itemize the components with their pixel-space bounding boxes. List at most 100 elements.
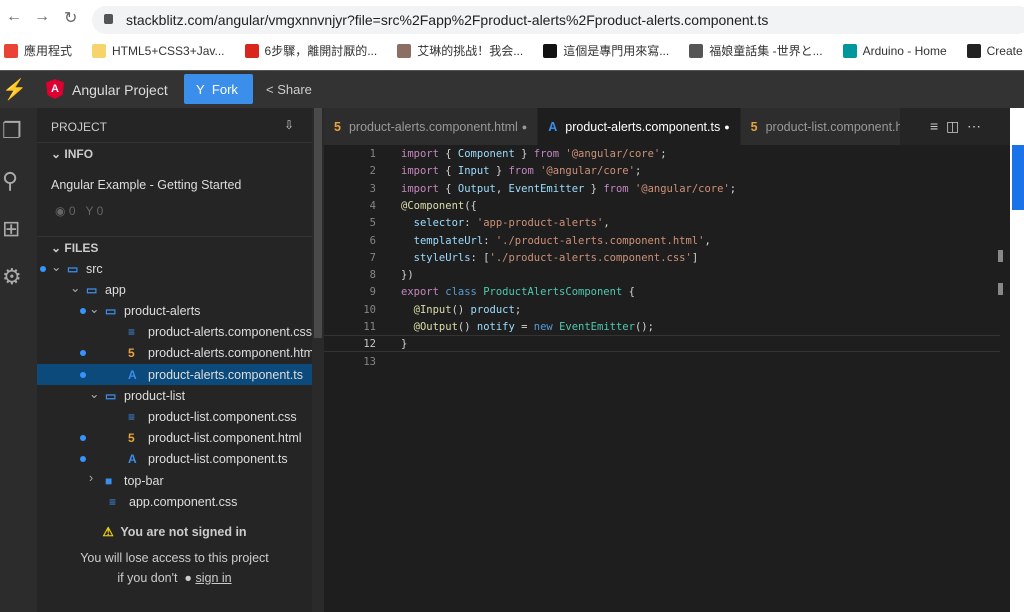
info-section-header[interactable]: ⌄ INFO [37,142,312,164]
code-token: selector [401,217,465,230]
file-tree-item[interactable]: Aproduct-list.component.ts [37,449,312,470]
more-icon[interactable]: ⋯ [967,118,981,134]
file-tree-item[interactable]: Aproduct-alerts.component.ts [37,364,312,385]
file-tree-item[interactable]: ≡ product-alerts.component.css [37,322,312,343]
code-editor[interactable]: 1 import { Component } from '@angular/cor… [324,145,1010,612]
code-token: ] [691,251,699,264]
chevron-icon[interactable]: ⌄ [51,259,61,274]
sidebar-scrollbar[interactable] [312,108,324,612]
fork-label: Fork [211,82,238,97]
code-line: 9 export class ProductAlertsComponent { [324,284,1010,301]
folder-icon: ▭ [105,388,117,403]
code-token: new [533,321,553,333]
lock-icon [104,14,113,24]
bookmark-3[interactable]: 艾琳的挑战！我会... [397,42,523,59]
bookmark-4[interactable]: 這個是專門用來寫... [543,42,669,59]
code-text: import { Input } from '@angular/core'; [401,163,641,180]
reload-icon[interactable]: ↻ [64,8,77,32]
bookmark-2[interactable]: 6步驟，離開討厭的... [244,42,377,59]
file-tree-item[interactable]: ⌄ ▭ product-alerts [37,300,312,321]
chevron-icon[interactable]: ⌄ [89,386,99,401]
code-token: 'app-product-alerts' [476,217,604,230]
bookmark-icon [92,43,107,58]
files-icon[interactable]: ❐ [2,118,22,144]
settings-icon[interactable]: ⚙ [2,264,22,290]
bookmark-6[interactable]: Arduino - Home [842,42,947,59]
share-button[interactable]: < Share [266,82,312,97]
tab-0[interactable]: 5 product-alerts.component.html ● [324,108,539,145]
fork-button[interactable]: Y Fork [184,74,253,104]
code-text: import { Component } from '@angular/core… [401,146,667,163]
code-token: product [470,303,515,316]
code-token: ProductAlertsComponent [483,286,623,299]
bookmark-icon [244,43,259,58]
code-token: from [533,148,560,160]
bookmark-0[interactable]: 應用程式 [4,42,72,59]
file-tree-item[interactable]: ≡ product-list.component.css [37,406,312,427]
file-tree-item[interactable]: 5 product-list.component.html [37,428,312,449]
code-token: () [457,321,477,333]
code-token: } [401,338,408,351]
bookmark-7[interactable]: Create a [966,42,1024,59]
code-token: ; [514,303,522,316]
code-text: selector: 'app-product-alerts', [401,215,610,232]
search-icon[interactable]: ⚲ [2,168,18,194]
file-name: app [105,282,126,297]
chevron-icon[interactable]: ⌄ [89,301,99,316]
folder-icon: ■ [105,473,113,488]
code-line: 1 import { Component } from '@angular/cor… [324,146,1010,163]
bookmark-icon [966,43,981,58]
tab-2[interactable]: 5 product-list.component.ht [740,108,901,145]
file-tree-item[interactable]: ⌄ ▭ src [37,258,312,279]
file-tree-item[interactable]: ⌄ ▭ app [37,279,312,300]
split-editor-icon[interactable]: ◫ [946,118,959,134]
bookmark-icon [842,43,857,58]
chevron-icon[interactable]: › [89,471,93,485]
files-section-header[interactable]: ⌄ FILES [37,236,312,258]
file-name: product-alerts.component.html [148,346,317,361]
tab-actions: ≡ ◫ ⋯ [930,118,981,135]
file-name: top-bar [124,473,164,488]
code-text: styleUrls: ['./product-alerts.component.… [401,250,699,267]
files-label: FILES [64,241,99,255]
unsaved-dot-icon[interactable]: ● [522,122,527,132]
line-number: 12 [363,338,376,351]
bookmark-5[interactable]: 福娘童話集 -世界と... [689,42,823,59]
code-token: '@angular/core' [634,182,730,195]
code-token: '@angular/core' [565,148,661,160]
file-tree-item[interactable]: › ■ top-bar [37,470,312,491]
info-label: INFO [64,147,94,161]
sign-in-link[interactable]: sign in [195,571,231,585]
download-icon[interactable]: ⇩ [284,118,294,132]
code-token: Output [457,182,496,195]
project-title[interactable]: Angular Project [72,82,168,98]
code-token: ; [729,182,737,195]
share-label: Share [277,82,312,97]
stackblitz-logo-icon[interactable]: ⚡ [2,77,27,102]
code-token: , [603,217,610,230]
bookmark-label: 這個是專門用來寫... [563,44,670,58]
forward-icon[interactable]: → [34,8,50,32]
bookmark-1[interactable]: HTML5+CSS3+Jav... [92,42,225,59]
angular-icon: A [548,119,558,134]
line-number: 3 [369,182,376,195]
file-tree-item[interactable]: 5 product-alerts.component.html [37,343,317,364]
extensions-icon[interactable]: ⊞ [2,216,20,242]
warning-title: You are not signed in [120,525,247,539]
outline-icon[interactable]: ≡ [930,118,938,134]
file-name: product-alerts.component.css [148,325,312,340]
address-bar[interactable]: stackblitz.com/angular/vmgxnnvnjyr?file=… [92,6,1024,34]
line-number: 9 [369,286,376,299]
file-tree-item[interactable]: ⌄ ▭ product-list [37,385,312,406]
back-icon[interactable]: ← [6,8,22,32]
code-token: from [603,182,629,195]
unsaved-dot-icon[interactable]: ● [724,122,729,132]
tab-1[interactable]: Aproduct-alerts.component.ts ● [538,108,741,145]
bookmarks-bar: 應用程式 HTML5+CSS3+Jav... 6步驟，離開討厭的... 艾琳的挑战！我… [4,42,1024,59]
code-line: 10 @Input() product; [324,302,1010,319]
code-line: 11 @Output() notify = new EventEmitter()… [324,319,1010,336]
code-token: Component [457,148,515,160]
project-header: PROJECT ⇩ [37,116,312,138]
code-token: } [514,148,534,160]
chevron-icon[interactable]: ⌄ [70,280,80,295]
